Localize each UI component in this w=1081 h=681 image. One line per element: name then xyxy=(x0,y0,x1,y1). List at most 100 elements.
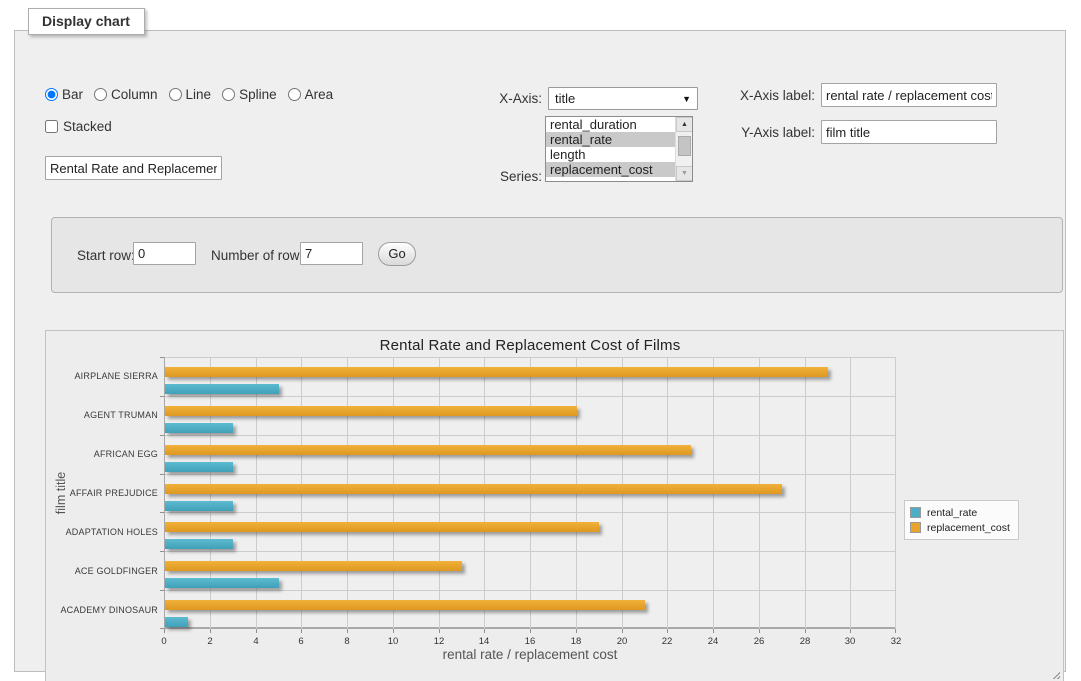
x-tick-mark xyxy=(713,629,714,633)
x-tick-mark xyxy=(347,629,348,633)
x-tick-mark xyxy=(576,629,577,633)
bar-replacement_cost xyxy=(165,484,782,494)
x-tick-label: 16 xyxy=(518,636,542,647)
bar-replacement_cost xyxy=(165,522,599,532)
x-axis-label-label: X-Axis label: xyxy=(695,88,815,103)
bar-rental_rate xyxy=(165,462,233,472)
x-axis-select[interactable]: title ▼ xyxy=(548,87,698,110)
chart-title-input[interactable] xyxy=(45,156,222,180)
x-tick-mark xyxy=(164,629,165,633)
display-chart-panel: BarColumnLineSplineArea Stacked X-Axis: … xyxy=(14,30,1066,672)
stacked-label: Stacked xyxy=(63,119,112,134)
x-tick-mark xyxy=(530,629,531,633)
bar-rental_rate xyxy=(165,578,279,588)
x-tick-mark xyxy=(210,629,211,633)
bar-replacement_cost xyxy=(165,600,645,610)
series-option-rental_duration[interactable]: rental_duration xyxy=(546,117,692,132)
number-of-rows-input[interactable] xyxy=(300,242,363,265)
chart-type-option-line[interactable]: Line xyxy=(169,87,212,102)
x-tick-mark xyxy=(301,629,302,633)
chart-type-radio-group: Bar Column Line Spline Area xyxy=(45,87,333,102)
bar-rental_rate xyxy=(165,501,233,511)
x-axis-label-input[interactable] xyxy=(821,83,997,107)
chart-type-option-spline[interactable]: Spline xyxy=(222,87,277,102)
number-of-rows-label: Number of rows: xyxy=(211,248,310,263)
x-tick-mark xyxy=(622,629,623,633)
series-select-label: Series: xyxy=(435,169,542,184)
x-tick-label: 22 xyxy=(655,636,679,647)
x-tick-mark xyxy=(759,629,760,633)
plot-area: 02468101214161820222426283032 xyxy=(164,357,896,629)
scrollbar-thumb[interactable] xyxy=(678,136,691,156)
stacked-checkbox[interactable]: Stacked xyxy=(45,119,112,134)
x-tick-mark xyxy=(439,629,440,633)
x-tick-label: 32 xyxy=(884,636,908,647)
x-tick-label: 30 xyxy=(838,636,862,647)
bar-rental_rate xyxy=(165,384,279,394)
x-tick-mark xyxy=(393,629,394,633)
stacked-checkbox-input[interactable] xyxy=(45,120,58,133)
series-listbox[interactable]: rental_durationrental_ratelengthreplacem… xyxy=(545,116,693,182)
x-tick-label: 0 xyxy=(152,636,176,647)
chart-type-radio-label: Line xyxy=(186,87,212,102)
x-tick-label: 20 xyxy=(610,636,634,647)
chart-legend: rental_rate replacement_cost xyxy=(904,500,1019,540)
chart-type-radio-column[interactable] xyxy=(94,88,107,101)
chart-type-radio-label: Spline xyxy=(239,87,277,102)
x-tick-mark xyxy=(667,629,668,633)
chart-type-radio-spline[interactable] xyxy=(222,88,235,101)
x-tick-mark xyxy=(256,629,257,633)
scroll-down-icon[interactable]: ▼ xyxy=(676,166,693,181)
chart-title: Rental Rate and Replacement Cost of Film… xyxy=(164,337,896,354)
legend-swatch-icon xyxy=(910,507,921,518)
series-option-rental_rate[interactable]: rental_rate xyxy=(546,132,692,147)
bar-replacement_cost xyxy=(165,445,691,455)
series-option-length[interactable]: length xyxy=(546,147,692,162)
listbox-scrollbar[interactable]: ▲ ▼ xyxy=(675,117,692,181)
bar-rental_rate xyxy=(165,617,188,627)
chart-type-radio-area[interactable] xyxy=(288,88,301,101)
v-gridline xyxy=(805,357,806,629)
y-axis-label-input[interactable] xyxy=(821,120,997,144)
chart-type-radio-label: Area xyxy=(305,87,334,102)
x-axis-selected-value: title xyxy=(555,91,575,106)
chart-type-option-bar[interactable]: Bar xyxy=(45,87,83,102)
resize-handle-icon[interactable] xyxy=(1050,669,1060,679)
x-tick-mark xyxy=(895,629,896,633)
chart-type-option-column[interactable]: Column xyxy=(94,87,158,102)
x-axis-title: rental rate / replacement cost xyxy=(164,647,896,662)
series-option-replacement_cost[interactable]: replacement_cost xyxy=(546,162,692,177)
bar-replacement_cost xyxy=(165,561,462,571)
y-axis-title: film title xyxy=(54,357,68,629)
dropdown-arrow-icon: ▼ xyxy=(682,94,691,104)
x-tick-label: 4 xyxy=(244,636,268,647)
bar-replacement_cost xyxy=(165,406,577,416)
x-tick-label: 24 xyxy=(701,636,725,647)
legend-label: replacement_cost xyxy=(927,522,1010,534)
x-tick-label: 10 xyxy=(381,636,405,647)
start-row-input[interactable] xyxy=(133,242,196,265)
legend-entry-replacement_cost: replacement_cost xyxy=(910,520,1010,535)
go-button[interactable]: Go xyxy=(378,242,416,266)
scroll-up-icon[interactable]: ▲ xyxy=(676,117,693,132)
x-tick-label: 18 xyxy=(564,636,588,647)
v-gridline xyxy=(895,357,896,629)
x-tick-label: 8 xyxy=(335,636,359,647)
x-axis-select-label: X-Axis: xyxy=(435,91,542,106)
row-controls-bar xyxy=(51,217,1063,293)
x-tick-label: 14 xyxy=(472,636,496,647)
y-axis-label-label: Y-Axis label: xyxy=(695,125,815,140)
chart-type-option-area[interactable]: Area xyxy=(288,87,334,102)
x-tick-label: 26 xyxy=(747,636,771,647)
legend-label: rental_rate xyxy=(927,507,977,519)
chart-type-radio-line[interactable] xyxy=(169,88,182,101)
v-gridline xyxy=(850,357,851,629)
start-row-label: Start row: xyxy=(77,248,135,263)
chart-type-radio-label: Column xyxy=(111,87,158,102)
bar-replacement_cost xyxy=(165,367,828,377)
legend-swatch-icon xyxy=(910,522,921,533)
bar-rental_rate xyxy=(165,539,233,549)
bar-rental_rate xyxy=(165,423,233,433)
x-tick-label: 28 xyxy=(793,636,817,647)
chart-type-radio-bar[interactable] xyxy=(45,88,58,101)
